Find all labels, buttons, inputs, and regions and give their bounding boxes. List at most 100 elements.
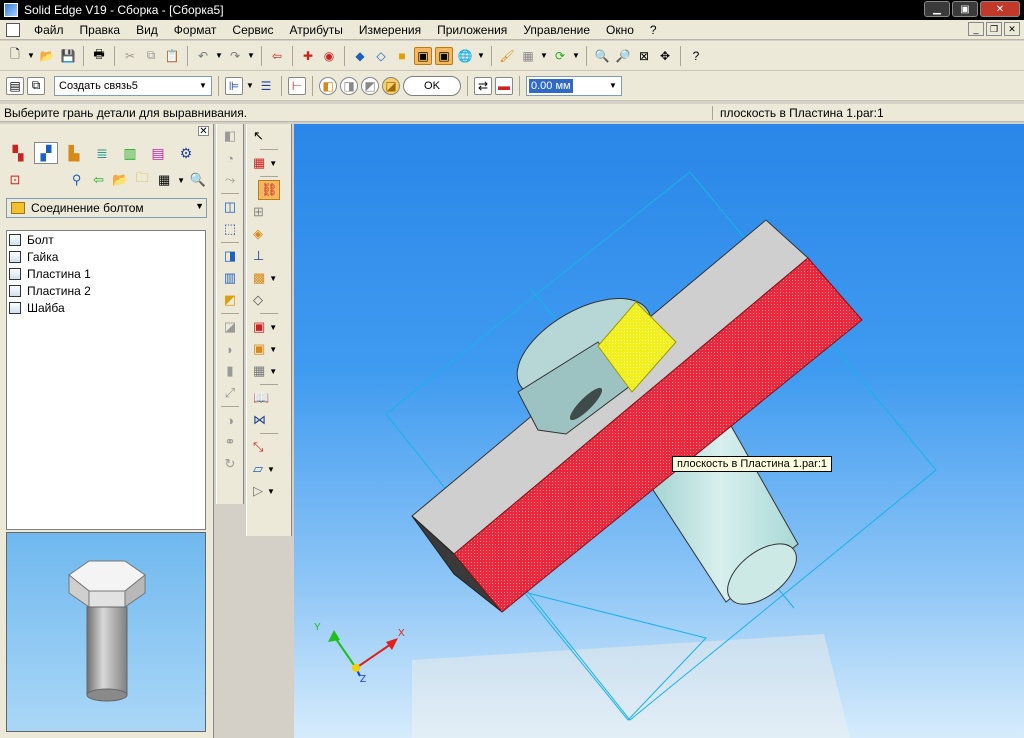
view-iso-icon[interactable]: ◆ <box>351 47 369 65</box>
globe-icon[interactable]: 🌐 <box>456 47 474 65</box>
new-dropdown-icon[interactable]: ▼ <box>27 51 35 60</box>
tree-item[interactable]: Болт <box>7 231 205 248</box>
loop-icon[interactable]: ↻ <box>219 454 241 474</box>
ref-plane-dropdown-icon[interactable]: ▼ <box>267 465 275 474</box>
move-part-dropdown-icon[interactable]: ▼ <box>269 323 277 332</box>
snap-dropdown-icon[interactable]: ▼ <box>540 51 548 60</box>
bolt-icon[interactable]: ⊥ <box>249 246 289 266</box>
rotate-icon[interactable]: ⟳ <box>551 47 569 65</box>
menu-item-9[interactable]: Окно <box>598 20 642 40</box>
tab-parts-library[interactable]: ▚ <box>6 142 30 164</box>
thread-icon[interactable]: ◨ <box>219 246 241 266</box>
revolve-icon[interactable]: ◔ <box>219 148 241 168</box>
motor-icon[interactable]: ⋈ <box>249 410 289 430</box>
ref-plane-icon[interactable]: ▱ ▼ <box>249 459 289 479</box>
help-icon[interactable]: ? <box>687 47 705 65</box>
zoom-area-icon[interactable]: 🔍 <box>593 47 611 65</box>
undo-dropdown-icon[interactable]: ▼ <box>215 51 223 60</box>
doc-restore-button[interactable]: ❐ <box>986 22 1002 36</box>
options-icon[interactable]: ▤ <box>6 76 24 95</box>
move-part-icon[interactable]: ▣ ▼ <box>249 317 289 337</box>
back-icon[interactable]: ⇦ <box>90 170 108 190</box>
interference-icon[interactable]: ▦ ▼ <box>249 361 289 381</box>
view-shaded-edges-icon[interactable]: ▣ <box>435 46 453 65</box>
offset-input[interactable]: 0.00 мм ▼ <box>526 75 622 96</box>
explode-icon[interactable]: 📖 <box>249 388 289 408</box>
create-part-icon[interactable]: ◈ <box>249 224 289 244</box>
relationship-combo[interactable]: Создать связь5 ▼ <box>54 75 212 96</box>
tree-item[interactable]: Гайка <box>7 248 205 265</box>
tab-settings[interactable]: ⚙ <box>174 142 198 164</box>
assembly-model[interactable]: Y X Z <box>294 124 1024 738</box>
measure-icon[interactable]: ▬ <box>495 76 513 95</box>
add-part-icon[interactable]: ✚ <box>299 47 317 65</box>
view-wire-icon[interactable]: ■ <box>393 47 411 65</box>
insert-object-icon[interactable]: ⇦ <box>268 47 286 65</box>
panel-close-button[interactable]: ✕ <box>198 126 209 137</box>
folder-up-icon[interactable]: 📂 <box>111 170 129 190</box>
menu-item-7[interactable]: Приложения <box>429 20 515 40</box>
tree-item[interactable]: Шайба <box>7 299 205 316</box>
tab-reports[interactable]: ▤ <box>146 142 170 164</box>
sketch-dropdown-icon[interactable]: ▼ <box>269 159 277 168</box>
doc-minimize-button[interactable]: _ <box>968 22 984 36</box>
mirror-icon[interactable]: ⤢ <box>219 383 241 403</box>
show-parts-icon[interactable]: ⊡ <box>6 170 24 190</box>
rotate-dropdown-icon[interactable]: ▼ <box>572 51 580 60</box>
assembly-combo[interactable]: Соединение болтом ▼ <box>6 198 207 218</box>
maximize-button[interactable]: ▣ <box>952 1 978 17</box>
plane-icon[interactable]: ◩ <box>219 290 241 310</box>
minimize-button[interactable]: ▁ <box>924 1 950 17</box>
drag-part-icon[interactable]: ▣ ▼ <box>249 339 289 359</box>
menu-item-4[interactable]: Сервис <box>224 20 281 40</box>
placement-icon[interactable]: ⧉ <box>27 76 45 95</box>
tree-item[interactable]: Пластина 1 <box>7 265 205 282</box>
view-options-icon[interactable]: ▦ <box>155 170 173 190</box>
pattern-parts-icon[interactable]: ▩ ▼ <box>249 268 289 288</box>
link-icon[interactable]: ⚭ <box>219 432 241 452</box>
doc-close-button[interactable]: ✕ <box>1004 22 1020 36</box>
step-placed-face-icon[interactable]: ◪ <box>382 76 400 95</box>
menu-item-2[interactable]: Вид <box>128 20 166 40</box>
menu-item-10[interactable]: ? <box>642 20 665 40</box>
sweep-icon[interactable]: ⤳ <box>219 170 241 190</box>
view-options-dropdown-icon[interactable]: ▼ <box>177 176 185 185</box>
interference-dropdown-icon[interactable]: ▼ <box>269 367 277 376</box>
chamfer-icon[interactable]: ◪ <box>219 317 241 337</box>
close-button[interactable]: ✕ <box>980 1 1020 17</box>
select-tool-icon[interactable]: ↖ <box>249 126 289 146</box>
pan-icon[interactable]: ✥ <box>656 47 674 65</box>
pattern-icon[interactable]: ▥ <box>219 268 241 288</box>
coord-system-icon[interactable]: ⤡ <box>249 437 289 457</box>
pattern-parts-dropdown-icon[interactable]: ▼ <box>269 274 277 283</box>
zoom-icon[interactable]: 🔎 <box>614 47 632 65</box>
assemble-icon[interactable]: ⛓ <box>258 180 280 200</box>
new-folder-icon[interactable]: 🗀 <box>133 170 151 190</box>
replace-part-icon[interactable]: ◇ <box>249 290 289 310</box>
ref-axis-dropdown-icon[interactable]: ▼ <box>267 487 275 496</box>
offset-type-icon[interactable]: ⇄ <box>474 76 492 95</box>
cut-icon[interactable]: ✂ <box>121 47 139 65</box>
copy-icon[interactable]: ⧉ <box>142 47 160 65</box>
menu-item-0[interactable]: Файл <box>26 20 72 40</box>
step-target-part-icon[interactable]: ◧ <box>319 76 337 95</box>
step-placed-part-icon[interactable]: ◩ <box>361 76 379 95</box>
view-front-icon[interactable]: ◇ <box>372 47 390 65</box>
document-icon[interactable] <box>6 22 20 37</box>
fastener-icon[interactable]: ⊞ <box>249 202 289 222</box>
menu-item-1[interactable]: Правка <box>72 20 129 40</box>
paint-icon[interactable]: 🖌 <box>498 47 516 65</box>
color-part-icon[interactable]: ◉ <box>320 47 338 65</box>
tab-sensors[interactable]: ▥ <box>118 142 142 164</box>
tree-item[interactable]: Пластина 2 <box>7 282 205 299</box>
open-file-icon[interactable]: 📂 <box>38 47 56 65</box>
tab-layers[interactable]: ≣ <box>90 142 114 164</box>
step-target-face-icon[interactable]: ◨ <box>340 76 358 95</box>
new-file-icon[interactable]: 🗋 <box>6 47 24 65</box>
print-icon[interactable]: 🖶 <box>90 47 108 65</box>
view-shaded-icon[interactable]: ▣ <box>414 46 432 65</box>
menu-item-8[interactable]: Управление <box>515 20 598 40</box>
graphics-viewport[interactable]: Y X Z <box>294 124 1024 738</box>
flip-icon[interactable]: ⊢ <box>288 76 306 95</box>
filter-icon[interactable]: ⚲ <box>68 170 86 190</box>
